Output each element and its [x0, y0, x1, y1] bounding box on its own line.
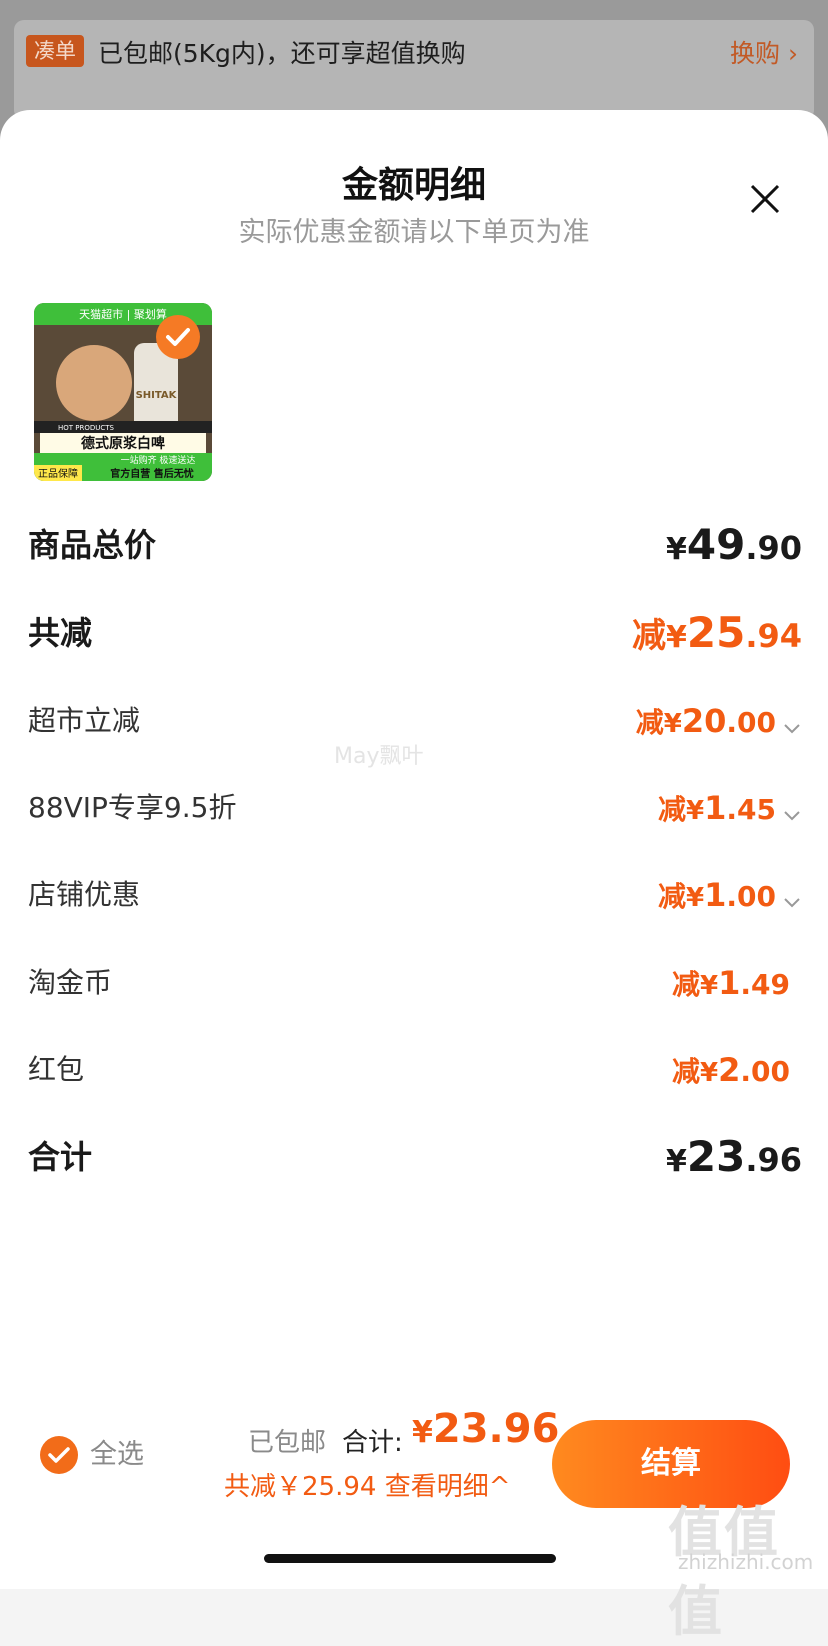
select-all-checkbox[interactable] — [40, 1436, 78, 1474]
site-watermark-url: zhizhizhi.com — [678, 1550, 814, 1574]
total-reduce-label: 共减 — [28, 614, 93, 652]
market-discount-label: 超市立减 — [28, 704, 141, 737]
product-thumbnail[interactable]: 天猫超市 | 聚划算 SHITAK HOT PRODUCTS 德式原浆白啤 一站… — [34, 303, 212, 481]
view-detail-link[interactable]: 查看明细^ — [385, 1472, 511, 1502]
promo-tag: 凑单 — [26, 35, 84, 67]
coins-value: 减¥1.49 — [672, 964, 790, 1002]
promo-text: 已包邮(5Kg内)，还可享超值换购 — [98, 39, 466, 68]
goods-total-value: ¥49.90 — [665, 520, 802, 569]
redpacket-value: 减¥2.00 — [672, 1051, 790, 1089]
chevron-down-icon[interactable] — [782, 718, 802, 738]
store-discount-value: 减¥1.00 — [658, 870, 802, 926]
redpacket-label: 红包 — [28, 1053, 85, 1086]
product-name: 德式原浆白啤 — [81, 435, 165, 452]
coins-label: 淘金币 — [28, 966, 113, 999]
vip-discount-value: 减¥1.45 — [658, 783, 802, 839]
shipping-status: 已包邮 — [248, 1428, 327, 1458]
check-icon — [48, 1447, 70, 1463]
footer-total-label: 合计: — [342, 1428, 403, 1458]
product-guarantee: 正品保障 — [38, 467, 78, 480]
goods-total-row: 商品总价 ¥49.90 — [28, 520, 802, 570]
total-reduce-value: 减¥25.94 — [631, 608, 802, 657]
chevron-down-icon[interactable] — [782, 892, 802, 912]
sum-label: 合计 — [28, 1138, 93, 1176]
sum-value: ¥23.96 — [665, 1132, 802, 1181]
select-all-label[interactable]: 全选 — [90, 1436, 144, 1474]
market-discount-value: 减¥20.00 — [636, 696, 802, 752]
product-hot-label: HOT PRODUCTS — [58, 424, 115, 432]
sheet-subtitle: 实际优惠金额请以下单页为准 — [238, 217, 590, 248]
footer-saved-amount: 共减￥25.94 — [224, 1472, 377, 1502]
product-service: 官方自营 售后无忧 — [110, 467, 193, 480]
footer-total-value: ¥23.96 — [412, 1406, 560, 1452]
product-selected-check-icon[interactable] — [156, 315, 200, 359]
user-watermark: May飘叶 — [334, 744, 424, 769]
home-indicator[interactable] — [264, 1554, 556, 1563]
vip-discount-label: 88VIP专享9.5折 — [28, 791, 237, 824]
sheet-title: 金额明细 — [341, 165, 486, 206]
redpacket-row: 红包 减¥2.00 — [28, 1045, 802, 1095]
sum-row: 合计 ¥23.96 — [28, 1132, 802, 1182]
product-brand: SHITAK — [136, 390, 178, 401]
store-discount-row[interactable]: 店铺优惠 减¥1.00 — [28, 870, 802, 920]
exchange-link[interactable]: 换购 › — [730, 34, 798, 70]
vip-discount-row[interactable]: 88VIP专享9.5折 减¥1.45 — [28, 783, 802, 833]
chevron-down-icon[interactable] — [782, 805, 802, 825]
coins-row: 淘金币 减¥1.49 — [28, 958, 802, 1008]
close-icon[interactable] — [748, 182, 782, 216]
total-reduce-row: 共减 减¥25.94 — [28, 608, 802, 658]
amount-detail-sheet: 金额明细 实际优惠金额请以下单页为准 天猫超市 | 聚划算 SHITAK HOT… — [0, 110, 828, 1643]
store-discount-label: 店铺优惠 — [28, 878, 141, 911]
footer-saved: 共减￥25.94 查看明细^ — [224, 1466, 511, 1503]
product-top-badge: 天猫超市 | 聚划算 — [79, 307, 167, 321]
goods-total-label: 商品总价 — [28, 526, 157, 564]
product-tagline: 一站购齐 极速送达 — [121, 454, 196, 466]
